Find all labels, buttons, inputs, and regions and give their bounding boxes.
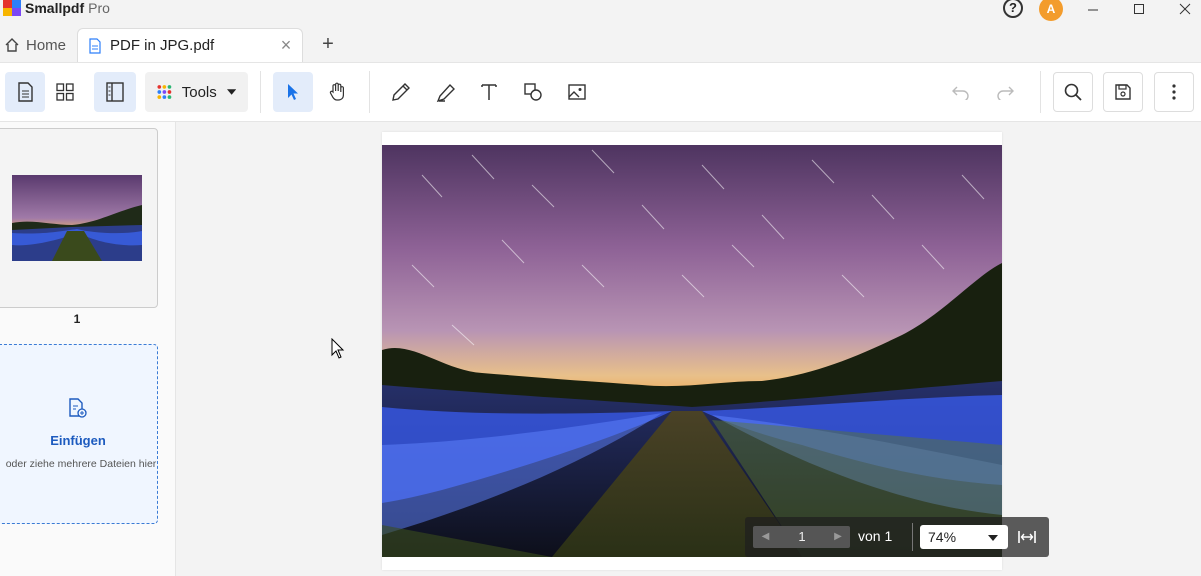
app-logo: Smallpdf Pro <box>3 0 110 16</box>
tools-grid-icon <box>157 85 172 99</box>
user-avatar[interactable]: A <box>1039 0 1063 21</box>
search-icon <box>1064 83 1082 101</box>
add-file-icon <box>66 397 88 424</box>
more-options-button[interactable] <box>1154 72 1194 112</box>
save-button[interactable] <box>1103 72 1143 112</box>
page-number-label: 1 <box>73 312 81 326</box>
fit-width-button[interactable] <box>1016 526 1038 548</box>
title-bar: Smallpdf Pro ? A <box>0 0 1201 22</box>
grid-view-button[interactable] <box>45 72 85 112</box>
tab-document[interactable]: PDF in JPG.pdf × <box>77 28 303 62</box>
redo-button[interactable] <box>986 72 1026 112</box>
app-edition: Pro <box>88 0 110 16</box>
insert-label: Einfügen <box>50 433 106 448</box>
page-view-icon <box>18 82 33 102</box>
page-number-input[interactable]: 1 <box>778 526 826 548</box>
hand-icon <box>329 82 344 101</box>
zoom-value: 74% <box>928 529 957 545</box>
toolbar: Tools <box>0 62 1201 122</box>
tools-label: Tools <box>181 83 217 101</box>
chevron-down-icon <box>226 89 236 95</box>
tab-home-label: Home <box>26 36 67 54</box>
smallpdf-logo-icon <box>3 0 21 16</box>
minimize-icon <box>1088 9 1098 11</box>
image-icon <box>568 84 586 100</box>
toolbar-divider <box>1040 71 1041 113</box>
pdf-page: ◀ 1 ▶ von 1 74% <box>382 132 1049 570</box>
highlight-tool-button[interactable] <box>426 72 466 112</box>
close-icon <box>1179 3 1191 15</box>
highlighter-icon <box>436 83 455 103</box>
close-window-button[interactable] <box>1170 0 1200 18</box>
new-tab-button[interactable]: + <box>318 34 338 54</box>
select-tool-button[interactable] <box>273 72 313 112</box>
pan-tool-button[interactable] <box>317 72 357 112</box>
insert-drop-zone[interactable]: Einfügen oder ziehe mehrere Dateien hier <box>0 344 158 524</box>
tools-dropdown-button[interactable]: Tools <box>145 72 248 112</box>
more-vertical-icon <box>1172 84 1176 100</box>
page-count-label: von 1 <box>858 528 893 544</box>
toolbar-divider <box>369 71 370 113</box>
text-icon <box>481 84 497 100</box>
sidebar-icon <box>106 82 124 102</box>
search-button[interactable] <box>1053 72 1093 112</box>
close-tab-icon[interactable]: × <box>276 35 296 55</box>
redo-icon <box>997 86 1014 100</box>
text-tool-button[interactable] <box>469 72 509 112</box>
previous-page-button[interactable]: ◀ <box>753 526 778 548</box>
help-icon[interactable]: ? <box>1003 0 1023 18</box>
page-thumbnails-panel: 1 Einfügen oder ziehe mehrere Dateien hi… <box>0 122 176 576</box>
chevron-down-icon <box>988 535 998 541</box>
undo-icon <box>952 86 969 100</box>
pager-divider <box>912 523 913 551</box>
tab-home[interactable]: Home <box>0 32 66 58</box>
pencil-icon <box>392 83 410 101</box>
pointer-icon <box>288 84 298 100</box>
sidebar-toggle-button[interactable] <box>94 72 136 112</box>
mouse-cursor-icon <box>331 337 345 365</box>
page-photo <box>382 145 1002 557</box>
app-name: Smallpdf <box>25 0 85 16</box>
fit-width-icon <box>1018 531 1036 543</box>
image-tool-button[interactable] <box>557 72 597 112</box>
shapes-icon <box>524 83 542 101</box>
single-page-view-button[interactable] <box>5 72 45 112</box>
minimize-button[interactable] <box>1078 0 1108 18</box>
next-page-button[interactable]: ▶ <box>826 526 850 548</box>
tab-document-label: PDF in JPG.pdf <box>110 37 215 54</box>
page-thumbnail[interactable] <box>0 128 158 308</box>
home-icon <box>5 38 19 52</box>
document-icon <box>89 37 101 54</box>
page-navigation-bar: ◀ 1 ▶ von 1 74% <box>745 517 1049 557</box>
maximize-button[interactable] <box>1124 0 1154 18</box>
save-icon <box>1115 84 1131 100</box>
maximize-icon <box>1134 4 1144 14</box>
zoom-select[interactable]: 74% <box>920 525 1008 549</box>
undo-button[interactable] <box>940 72 980 112</box>
grid-icon <box>56 83 74 101</box>
toolbar-divider <box>260 71 261 113</box>
page-thumbnail-image <box>12 175 142 261</box>
insert-hint: oder ziehe mehrere Dateien hier <box>5 458 157 470</box>
shape-tool-button[interactable] <box>513 72 553 112</box>
draw-tool-button[interactable] <box>381 72 421 112</box>
tab-bar: Home PDF in JPG.pdf × + <box>0 22 1201 62</box>
